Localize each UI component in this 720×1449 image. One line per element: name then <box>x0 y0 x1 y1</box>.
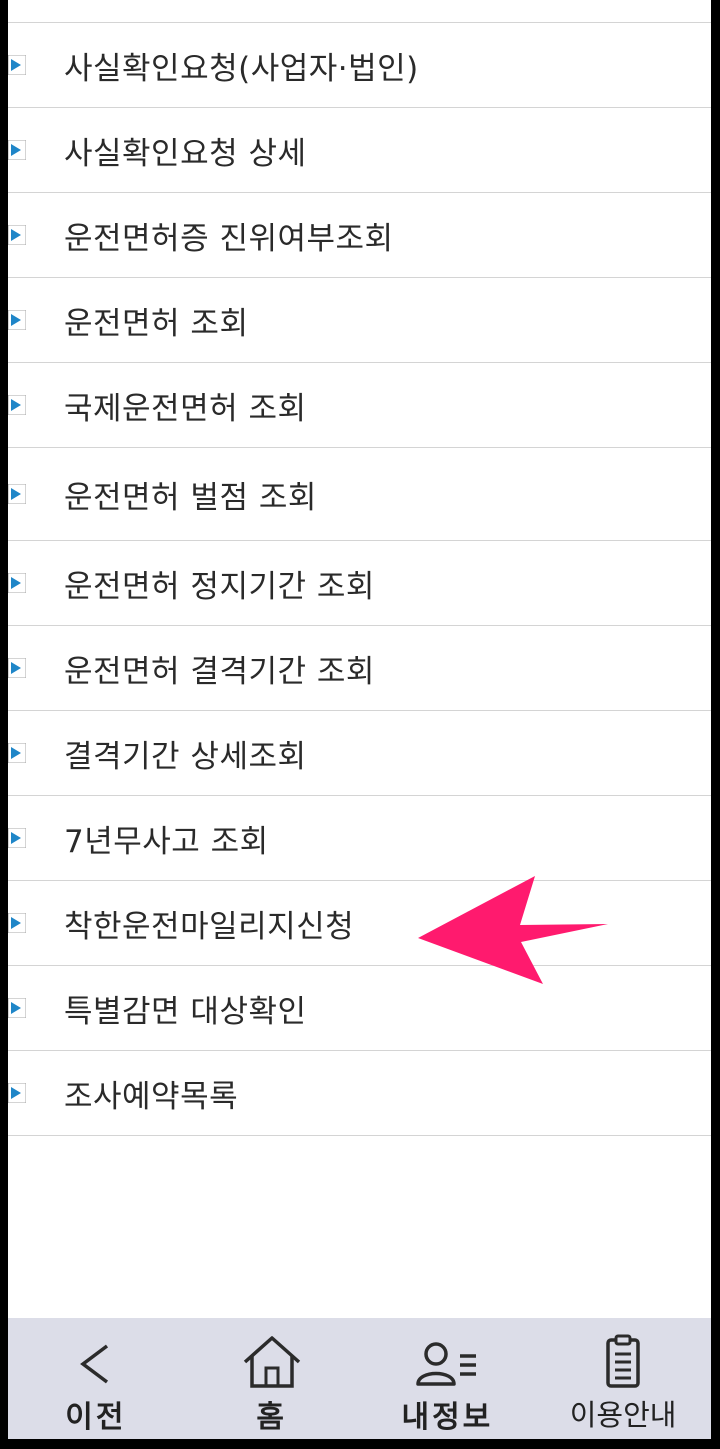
bullet-arrow-icon <box>8 55 26 75</box>
bullet-arrow-icon <box>8 913 26 933</box>
menu-item-label: 조사예약목록 <box>64 1078 239 1115</box>
menu-item-label: 특별감면 대상확인 <box>64 993 307 1030</box>
app-screen: 사실확인요청(사업자·법인) 사실확인요청 상세 운전면허증 진위여부조회 운전… <box>8 0 711 1439</box>
menu-item-label: 사실확인요청 상세 <box>64 135 307 172</box>
bullet-arrow-icon <box>8 140 26 160</box>
bullet-arrow-icon <box>8 395 26 415</box>
chevron-left-icon <box>79 1344 108 1384</box>
menu-item-label: 사실확인요청(사업자·법인) <box>64 50 419 87</box>
menu-item-special-reduction[interactable]: 특별감면 대상확인 <box>8 966 711 1051</box>
menu-item-label: 운전면허 정지기간 조회 <box>64 568 375 605</box>
bullet-arrow-icon <box>8 743 26 763</box>
home-icon <box>243 1336 300 1388</box>
bullet-arrow-icon <box>8 998 26 1018</box>
menu-item-disqualification-period[interactable]: 운전면허 결격기간 조회 <box>8 626 711 711</box>
service-menu-list: 사실확인요청(사업자·법인) 사실확인요청 상세 운전면허증 진위여부조회 운전… <box>8 22 711 1136</box>
menu-item-disqualification-detail[interactable]: 결격기간 상세조회 <box>8 711 711 796</box>
menu-item-label: 운전면허 조회 <box>64 305 249 342</box>
bullet-arrow-icon <box>8 658 26 678</box>
home-label: 홈 <box>256 1400 287 1435</box>
menu-item-international-license[interactable]: 국제운전면허 조회 <box>8 363 711 448</box>
menu-item-label: 국제운전면허 조회 <box>64 390 307 427</box>
menu-item-investigation-reservations[interactable]: 조사예약목록 <box>8 1051 711 1136</box>
menu-item-business-fact-request[interactable]: 사실확인요청(사업자·법인) <box>8 23 711 108</box>
my-info-label: 내정보 <box>401 1400 494 1435</box>
bullet-arrow-icon <box>8 828 26 848</box>
menu-item-label: 착한운전마일리지신청 <box>64 908 355 945</box>
menu-item-fact-request-detail[interactable]: 사실확인요청 상세 <box>8 108 711 193</box>
my-info-button[interactable]: 내정보 <box>360 1318 536 1439</box>
bullet-arrow-icon <box>8 1083 26 1103</box>
menu-item-suspension-period[interactable]: 운전면허 정지기간 조회 <box>8 541 711 626</box>
back-label: 이전 <box>65 1400 127 1435</box>
clipboard-icon <box>606 1334 640 1388</box>
bullet-arrow-icon <box>8 484 26 504</box>
user-list-icon <box>416 1342 477 1386</box>
menu-item-good-driving-mileage[interactable]: 착한운전마일리지신청 <box>8 881 711 966</box>
menu-item-license-lookup[interactable]: 운전면허 조회 <box>8 278 711 363</box>
menu-item-penalty-points[interactable]: 운전면허 벌점 조회 <box>8 448 711 541</box>
menu-item-label: 운전면허 결격기간 조회 <box>64 653 375 690</box>
back-button[interactable]: 이전 <box>8 1318 184 1439</box>
menu-item-label: 7년무사고 조회 <box>64 823 269 860</box>
home-button[interactable]: 홈 <box>184 1318 360 1439</box>
bullet-arrow-icon <box>8 310 26 330</box>
menu-item-label: 결격기간 상세조회 <box>64 738 307 775</box>
guide-label: 이용안내 <box>569 1398 677 1432</box>
guide-button[interactable]: 이용안내 <box>535 1318 711 1439</box>
bullet-arrow-icon <box>8 225 26 245</box>
bottom-navigation-bar: 이전 홈 내정보 이용안내 <box>8 1318 711 1439</box>
menu-item-seven-year-accident-free[interactable]: 7년무사고 조회 <box>8 796 711 881</box>
menu-item-label: 운전면허증 진위여부조회 <box>64 220 394 257</box>
menu-item-label: 운전면허 벌점 조회 <box>64 479 317 516</box>
bullet-arrow-icon <box>8 573 26 593</box>
menu-item-license-authenticity[interactable]: 운전면허증 진위여부조회 <box>8 193 711 278</box>
